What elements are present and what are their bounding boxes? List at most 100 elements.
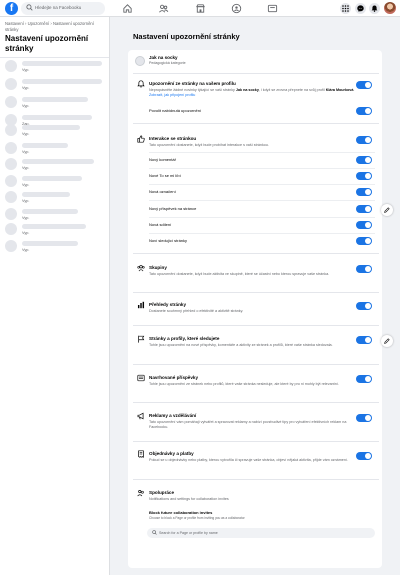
search-icon (26, 4, 33, 11)
toggle-groups[interactable] (356, 265, 372, 273)
avatar (5, 158, 17, 170)
toggle-new-followers[interactable] (356, 237, 372, 245)
page-avatar (135, 56, 145, 66)
toggle-new-post[interactable] (356, 205, 372, 213)
row-label-new-comment: Nový komentář (149, 157, 176, 162)
page-profile: Jak na socky Pedagogická kategorie (135, 55, 335, 69)
sidebar-item[interactable]: Vyp. (5, 77, 107, 95)
sidebar-item-status: Vyp. (22, 216, 30, 220)
new-message-button-secondary[interactable] (381, 335, 393, 347)
toggle-new-shares[interactable] (356, 221, 372, 229)
divider (133, 73, 379, 74)
divider (133, 441, 379, 442)
sidebar-item-status: Vyp. (22, 183, 30, 187)
avatar (5, 240, 17, 252)
toggle-page-overview[interactable] (356, 302, 372, 310)
sidebar-item[interactable]: Vyp. (5, 222, 107, 240)
sidebar-item[interactable]: Vyp. (5, 95, 107, 113)
bell-icon (371, 5, 378, 12)
sidebar-item-status: Vyp. (22, 166, 30, 170)
toggle-new-tags[interactable] (356, 188, 372, 196)
home-icon[interactable] (122, 3, 133, 14)
section-desc-groups: Tato upozornění dostanete, když bude akt… (149, 272, 330, 276)
avatar (5, 78, 17, 90)
placeholder-bar (22, 176, 82, 181)
divider (149, 184, 375, 185)
toggle-suggested-notifications[interactable] (356, 107, 372, 115)
toggle-followed-pages[interactable] (356, 336, 372, 344)
sidebar-item-status: Vyp. (22, 248, 30, 252)
placeholder-bar (22, 192, 70, 197)
block-page-search-input[interactable]: Search for a Page or profile by name (147, 528, 375, 538)
profile-link[interactable]: Zobrazit, jak připojení profilu (149, 93, 195, 97)
megaphone-icon (137, 412, 144, 420)
sidebar-divider (0, 57, 109, 58)
breadcrumb[interactable]: Nastavení › Upozornění › Nastavení upozo… (5, 21, 105, 33)
groups-icon[interactable] (231, 3, 242, 14)
section-desc-ads: Tato upozornění vám pomáhají vytvářet a … (149, 420, 347, 430)
notifications-button[interactable] (369, 3, 380, 14)
toggle-new-comment[interactable] (356, 156, 372, 164)
search-placeholder: Hledejte na Facebooku (35, 5, 82, 10)
avatar (5, 142, 17, 154)
sidebar-item[interactable]: Vyp. (5, 157, 107, 175)
toggle-interactions[interactable] (356, 136, 372, 144)
section-title-interactions: Interakce se stránkou (149, 136, 197, 141)
sidebar-item-status: Vyp. (22, 199, 30, 203)
facebook-search-box[interactable]: Hledejte na Facebooku (21, 2, 105, 15)
search-icon (152, 530, 157, 535)
section-desc-interactions: Tato upozornění dostanete, když bude pro… (149, 143, 269, 147)
divider (133, 325, 379, 326)
sidebar-item-status: Vyp. (22, 231, 30, 235)
thumbs-up-icon (137, 135, 145, 143)
placeholder-bar (22, 61, 102, 66)
divider (149, 233, 375, 234)
marketplace-icon[interactable] (195, 3, 206, 14)
friends-icon[interactable] (158, 3, 169, 14)
avatar (5, 175, 17, 187)
avatar (5, 96, 17, 108)
sidebar-item[interactable]: Vyp. (5, 190, 107, 208)
newsfeed-icon (137, 374, 145, 382)
divider (149, 168, 375, 169)
divider (133, 402, 379, 403)
section-title-suggested-posts: Navrhované příspěvky (149, 375, 199, 380)
flag-icon (138, 335, 145, 343)
placeholder-bar (22, 143, 68, 148)
row-label-new-followers: Noví sledující stránky (149, 238, 188, 243)
divider (133, 292, 379, 293)
sidebar-item-status: Vyp. (22, 86, 30, 90)
row-label-new-shares: Nová sdílení (149, 222, 172, 227)
settings-sidebar: Nastavení › Upozornění › Nastavení upozo… (0, 17, 110, 575)
section-desc-collaboration: Notifications and settings for collabora… (149, 497, 229, 501)
placeholder-bar (22, 125, 80, 130)
page-category: Pedagogická kategorie (149, 61, 186, 65)
divider (133, 123, 379, 124)
user-avatar[interactable] (384, 2, 396, 14)
toggle-new-like[interactable] (356, 172, 372, 180)
compose-icon (384, 207, 390, 213)
sidebar-item[interactable]: Vyp. (5, 59, 107, 77)
toggle-ads[interactable] (356, 414, 372, 422)
toggle-profile-notifications[interactable] (356, 81, 372, 89)
facebook-logo[interactable]: f (5, 2, 18, 15)
placeholder-bar (22, 159, 94, 164)
sidebar-item-status: Vyp. (22, 150, 30, 154)
new-message-button[interactable] (381, 204, 393, 216)
collaboration-icon (137, 490, 144, 497)
toggle-orders[interactable] (356, 452, 372, 460)
messenger-button[interactable] (355, 3, 366, 14)
placeholder-bar (22, 97, 88, 102)
row-label-new-tags: Nová označení (149, 189, 176, 194)
section-title-page-overview: Přehledy stránky (149, 302, 187, 307)
sidebar-item[interactable]: Vyp. (5, 123, 107, 141)
gaming-icon[interactable] (267, 3, 278, 14)
groups-icon (137, 265, 145, 272)
section-title-ads: Reklamy a vzdělávání (149, 413, 197, 418)
compose-icon (384, 338, 390, 344)
avatar (5, 223, 17, 235)
sidebar-item[interactable]: Vyp. (5, 239, 107, 257)
divider (149, 217, 375, 218)
toggle-suggested-posts[interactable] (356, 375, 372, 383)
menu-button[interactable] (340, 3, 351, 14)
